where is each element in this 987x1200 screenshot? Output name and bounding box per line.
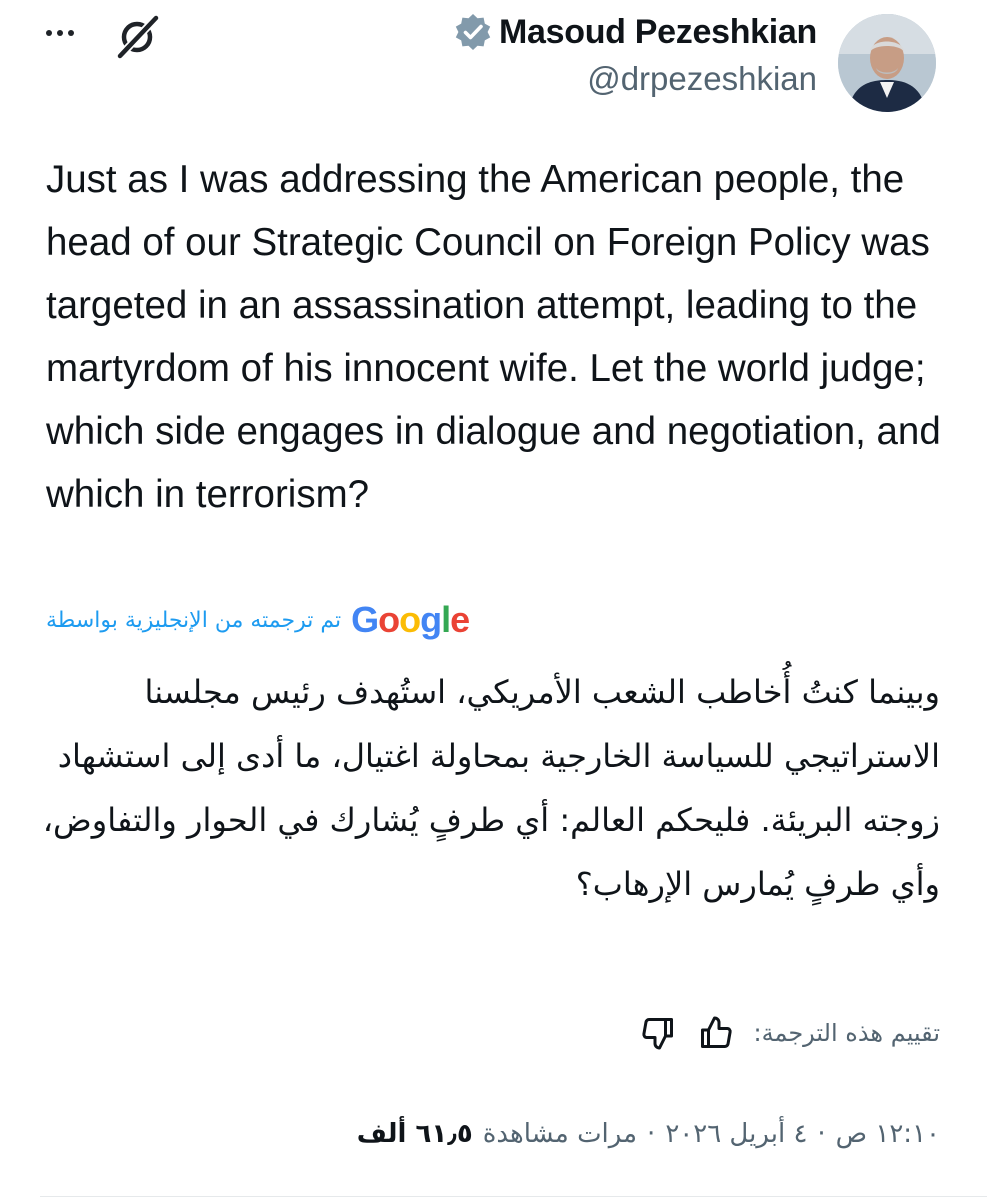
author-name-row: Masoud Pezeshkian <box>453 8 817 56</box>
translated-text: وبينما كنتُ أُخاطب الشعب الأمريكي، استُه… <box>42 673 940 903</box>
views-count[interactable]: ٦١٫٥ ألف <box>357 1119 473 1149</box>
tweet-meta: ١٢:١٠ ص · ٤ أبريل ٢٠٢٦ · مرات مشاهدة ٦١٫… <box>40 1110 940 1158</box>
more-dot <box>57 30 63 36</box>
tweet-header: Masoud Pezeshkian @drpezeshkian <box>0 0 987 130</box>
author-handle[interactable]: @drpezeshkian <box>453 60 817 98</box>
google-logo: Google <box>351 599 470 641</box>
google-logo-letter: G <box>351 599 379 640</box>
translation-attribution: تم ترجمته من الإنجليزية بواسطة Google <box>46 598 470 642</box>
google-logo-letter: o <box>399 599 421 640</box>
translated-by-label: تم ترجمته من الإنجليزية بواسطة <box>46 607 342 633</box>
verified-badge-icon <box>453 12 493 52</box>
views-label: مرات مشاهدة <box>482 1119 638 1149</box>
google-logo-letter: o <box>378 599 400 640</box>
google-logo-letter: g <box>420 599 442 640</box>
thumbs-down-icon[interactable] <box>638 1013 678 1053</box>
avatar[interactable] <box>838 14 936 112</box>
google-logo-letter: l <box>441 599 451 640</box>
meta-separator: · <box>817 1119 826 1149</box>
thumbs-up-icon[interactable] <box>696 1013 736 1053</box>
grok-icon[interactable] <box>112 12 162 62</box>
author-name[interactable]: Masoud Pezeshkian <box>499 13 817 52</box>
more-dot <box>46 30 52 36</box>
more-options-icon[interactable] <box>46 26 80 40</box>
meta-separator: · <box>647 1119 656 1149</box>
tweet-text: Just as I was addressing the American pe… <box>46 158 941 516</box>
divider <box>40 1196 987 1197</box>
more-dot <box>68 30 74 36</box>
tweet-date[interactable]: ٤ أبريل ٢٠٢٦ <box>665 1119 807 1149</box>
author-identity[interactable]: Masoud Pezeshkian @drpezeshkian <box>453 8 817 98</box>
google-logo-letter: e <box>450 599 470 640</box>
rate-translation-label: تقييم هذه الترجمة: <box>753 1019 941 1047</box>
rate-translation-row: تقييم هذه الترجمة: <box>40 1006 940 1060</box>
tweet-time[interactable]: ١٢:١٠ ص <box>836 1119 940 1149</box>
